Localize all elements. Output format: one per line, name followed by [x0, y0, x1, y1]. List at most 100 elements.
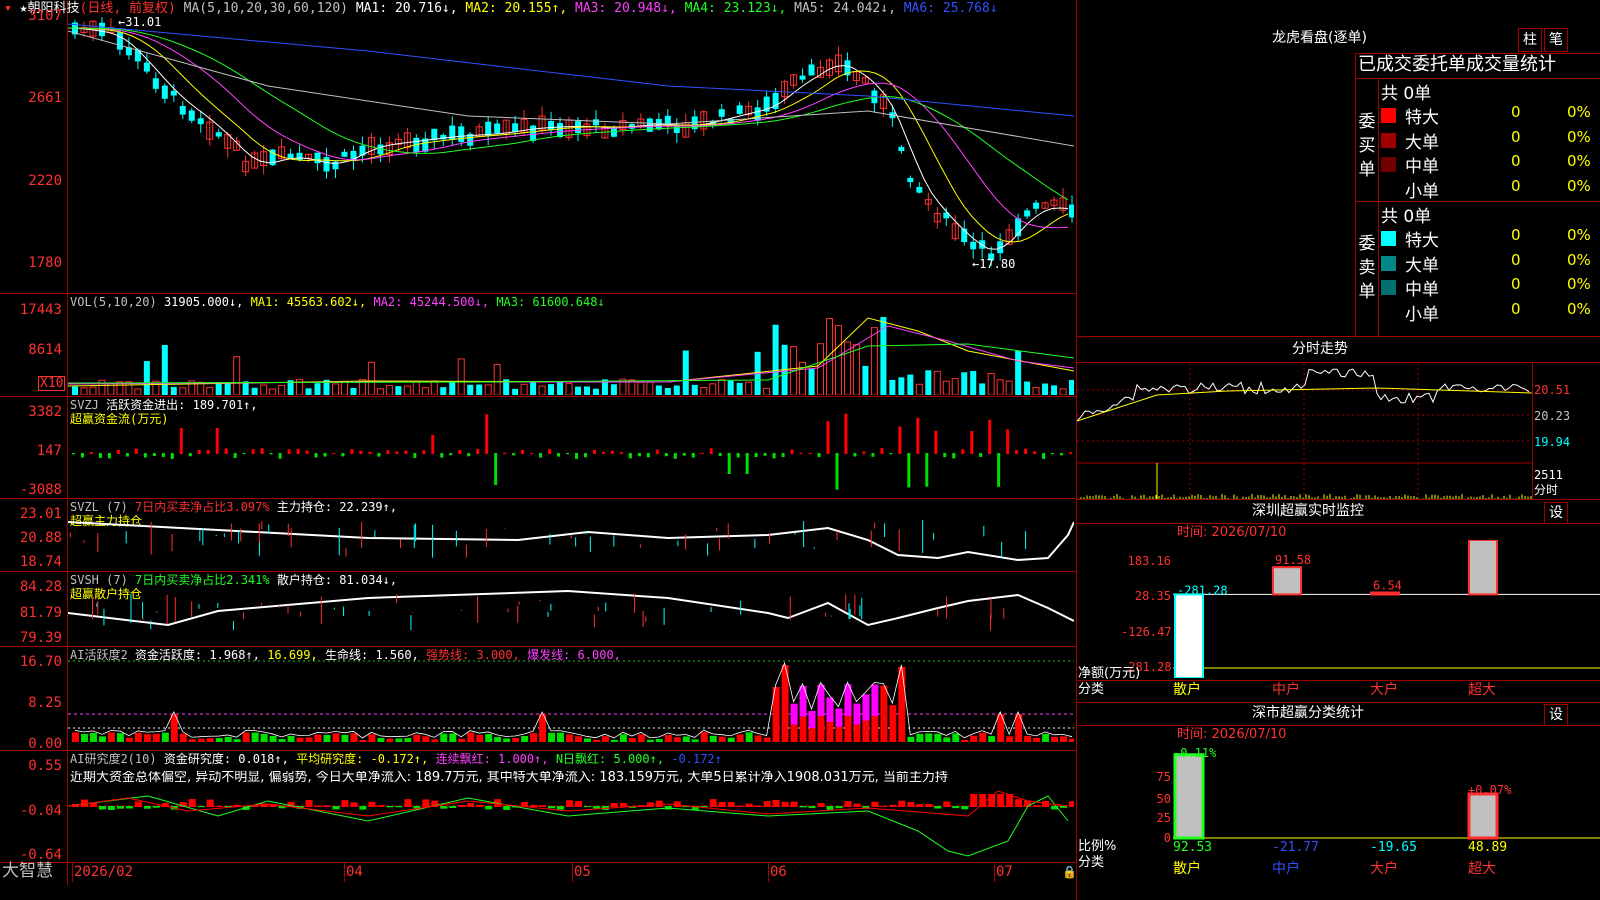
research-bar	[592, 806, 600, 809]
flow-bar	[691, 453, 695, 458]
volume-bar	[907, 374, 914, 395]
research-bar	[485, 806, 493, 810]
flow-bar	[619, 452, 623, 454]
volume-bar	[763, 387, 771, 395]
research-bar	[539, 805, 547, 807]
flow-bar	[916, 417, 920, 454]
ai2-chart[interactable]	[68, 786, 1074, 861]
sz-cat: 散户	[1173, 682, 1201, 698]
candle-down	[1024, 210, 1031, 217]
date-tick: 05	[574, 864, 591, 880]
activity-bar	[736, 734, 744, 742]
column-button[interactable]: 柱	[1518, 28, 1542, 52]
buy-total: 共 0单	[1381, 84, 1432, 104]
volume-bar	[898, 377, 905, 395]
divider	[1077, 680, 1600, 681]
flow-bar	[943, 453, 947, 458]
flow-bar	[296, 448, 300, 454]
research-bar	[1060, 806, 1068, 808]
activity-bar	[790, 724, 798, 742]
intraday-chart[interactable]	[1077, 363, 1532, 499]
candlestick-chart[interactable]	[68, 16, 1074, 292]
candle-down	[197, 118, 204, 125]
sell-label: 委卖单	[1358, 234, 1376, 302]
volume-bar	[817, 343, 825, 395]
research-bar	[826, 806, 834, 810]
vol-tick: 8614	[28, 342, 62, 358]
flow-bar	[359, 450, 363, 454]
volume-bar	[421, 387, 429, 395]
main-chart-area[interactable]: ▾ ★朝阳科技(日线, 前复权) MA(5,10,20,30,60,120) M…	[0, 0, 1077, 900]
research-bar	[395, 806, 403, 808]
stat2-cat: 大户	[1370, 861, 1398, 877]
row-name: 小单	[1405, 304, 1439, 325]
research-bar	[772, 799, 780, 807]
research-bar	[566, 800, 574, 807]
flow-bar	[961, 449, 965, 454]
volume-bar	[449, 381, 456, 395]
activity-bar	[278, 738, 286, 742]
sz-bar-chart[interactable]: -281.2891.586.54183.16	[1173, 540, 1600, 678]
flow-bar	[853, 453, 857, 457]
activity-bar	[961, 739, 969, 742]
svzj-chart[interactable]	[68, 398, 1074, 498]
intraday-title: 分时走势	[1292, 341, 1348, 357]
volume-bar	[915, 383, 923, 395]
candle-down	[341, 151, 348, 157]
flow-bar	[1015, 450, 1019, 454]
sz-settings-button[interactable]: 设	[1544, 502, 1568, 524]
ai1-chart[interactable]	[68, 648, 1074, 749]
stat2-settings-button[interactable]: 设	[1544, 704, 1568, 726]
volume-bar	[1015, 350, 1022, 395]
flow-bar	[709, 448, 713, 454]
flow-bar	[610, 450, 614, 454]
divider	[1378, 78, 1379, 336]
activity-bar	[601, 736, 609, 742]
volume-bar	[664, 387, 671, 395]
svsh-chart[interactable]	[68, 573, 1074, 645]
research-bar	[98, 806, 106, 810]
activity-bar	[350, 733, 358, 742]
tick-button[interactable]: 笔	[1544, 28, 1568, 52]
volume-bar	[314, 383, 321, 395]
flow-bar	[898, 426, 902, 454]
activity-bar	[107, 732, 115, 742]
activity-bar	[583, 738, 591, 742]
activity-bar	[943, 737, 951, 742]
flow-bar	[539, 453, 543, 458]
flow-bar	[727, 453, 731, 474]
activity-bar	[853, 724, 861, 742]
volume-bar	[278, 384, 286, 395]
research-bar	[530, 804, 538, 807]
lock-icon[interactable]: 🔒	[1062, 866, 1077, 879]
dragon-title: 龙虎看盘(逐单)	[1272, 30, 1367, 46]
research-bar	[449, 806, 457, 808]
sz-tick: 183.16	[1127, 554, 1171, 568]
flow-bar	[161, 453, 165, 457]
research-bar	[952, 806, 960, 809]
flow-bar	[512, 453, 516, 456]
activity-bar	[251, 732, 259, 742]
candle-down	[485, 121, 492, 137]
flow-bar	[485, 414, 489, 454]
research-bar	[116, 806, 124, 809]
volume-bar	[269, 388, 277, 395]
volume-bar	[1032, 387, 1040, 395]
flow-bar	[350, 449, 354, 454]
volume-bar	[385, 385, 393, 395]
flow-bar	[997, 453, 1001, 487]
activity-bar	[628, 738, 636, 742]
svzl-chart[interactable]	[68, 500, 1074, 570]
date-tick: 07	[996, 864, 1013, 880]
stat-bar-chart[interactable]	[1173, 740, 1600, 840]
volume-bar	[592, 388, 599, 395]
activity-bar	[422, 736, 430, 742]
activity-bar	[898, 666, 906, 742]
flow-bar	[458, 450, 462, 454]
research-bar	[467, 802, 475, 807]
volume-bar	[942, 380, 950, 395]
volume-chart[interactable]	[68, 306, 1074, 395]
volume-bar	[412, 380, 420, 395]
vol-ma3	[68, 343, 1074, 384]
research-bar	[754, 805, 762, 807]
